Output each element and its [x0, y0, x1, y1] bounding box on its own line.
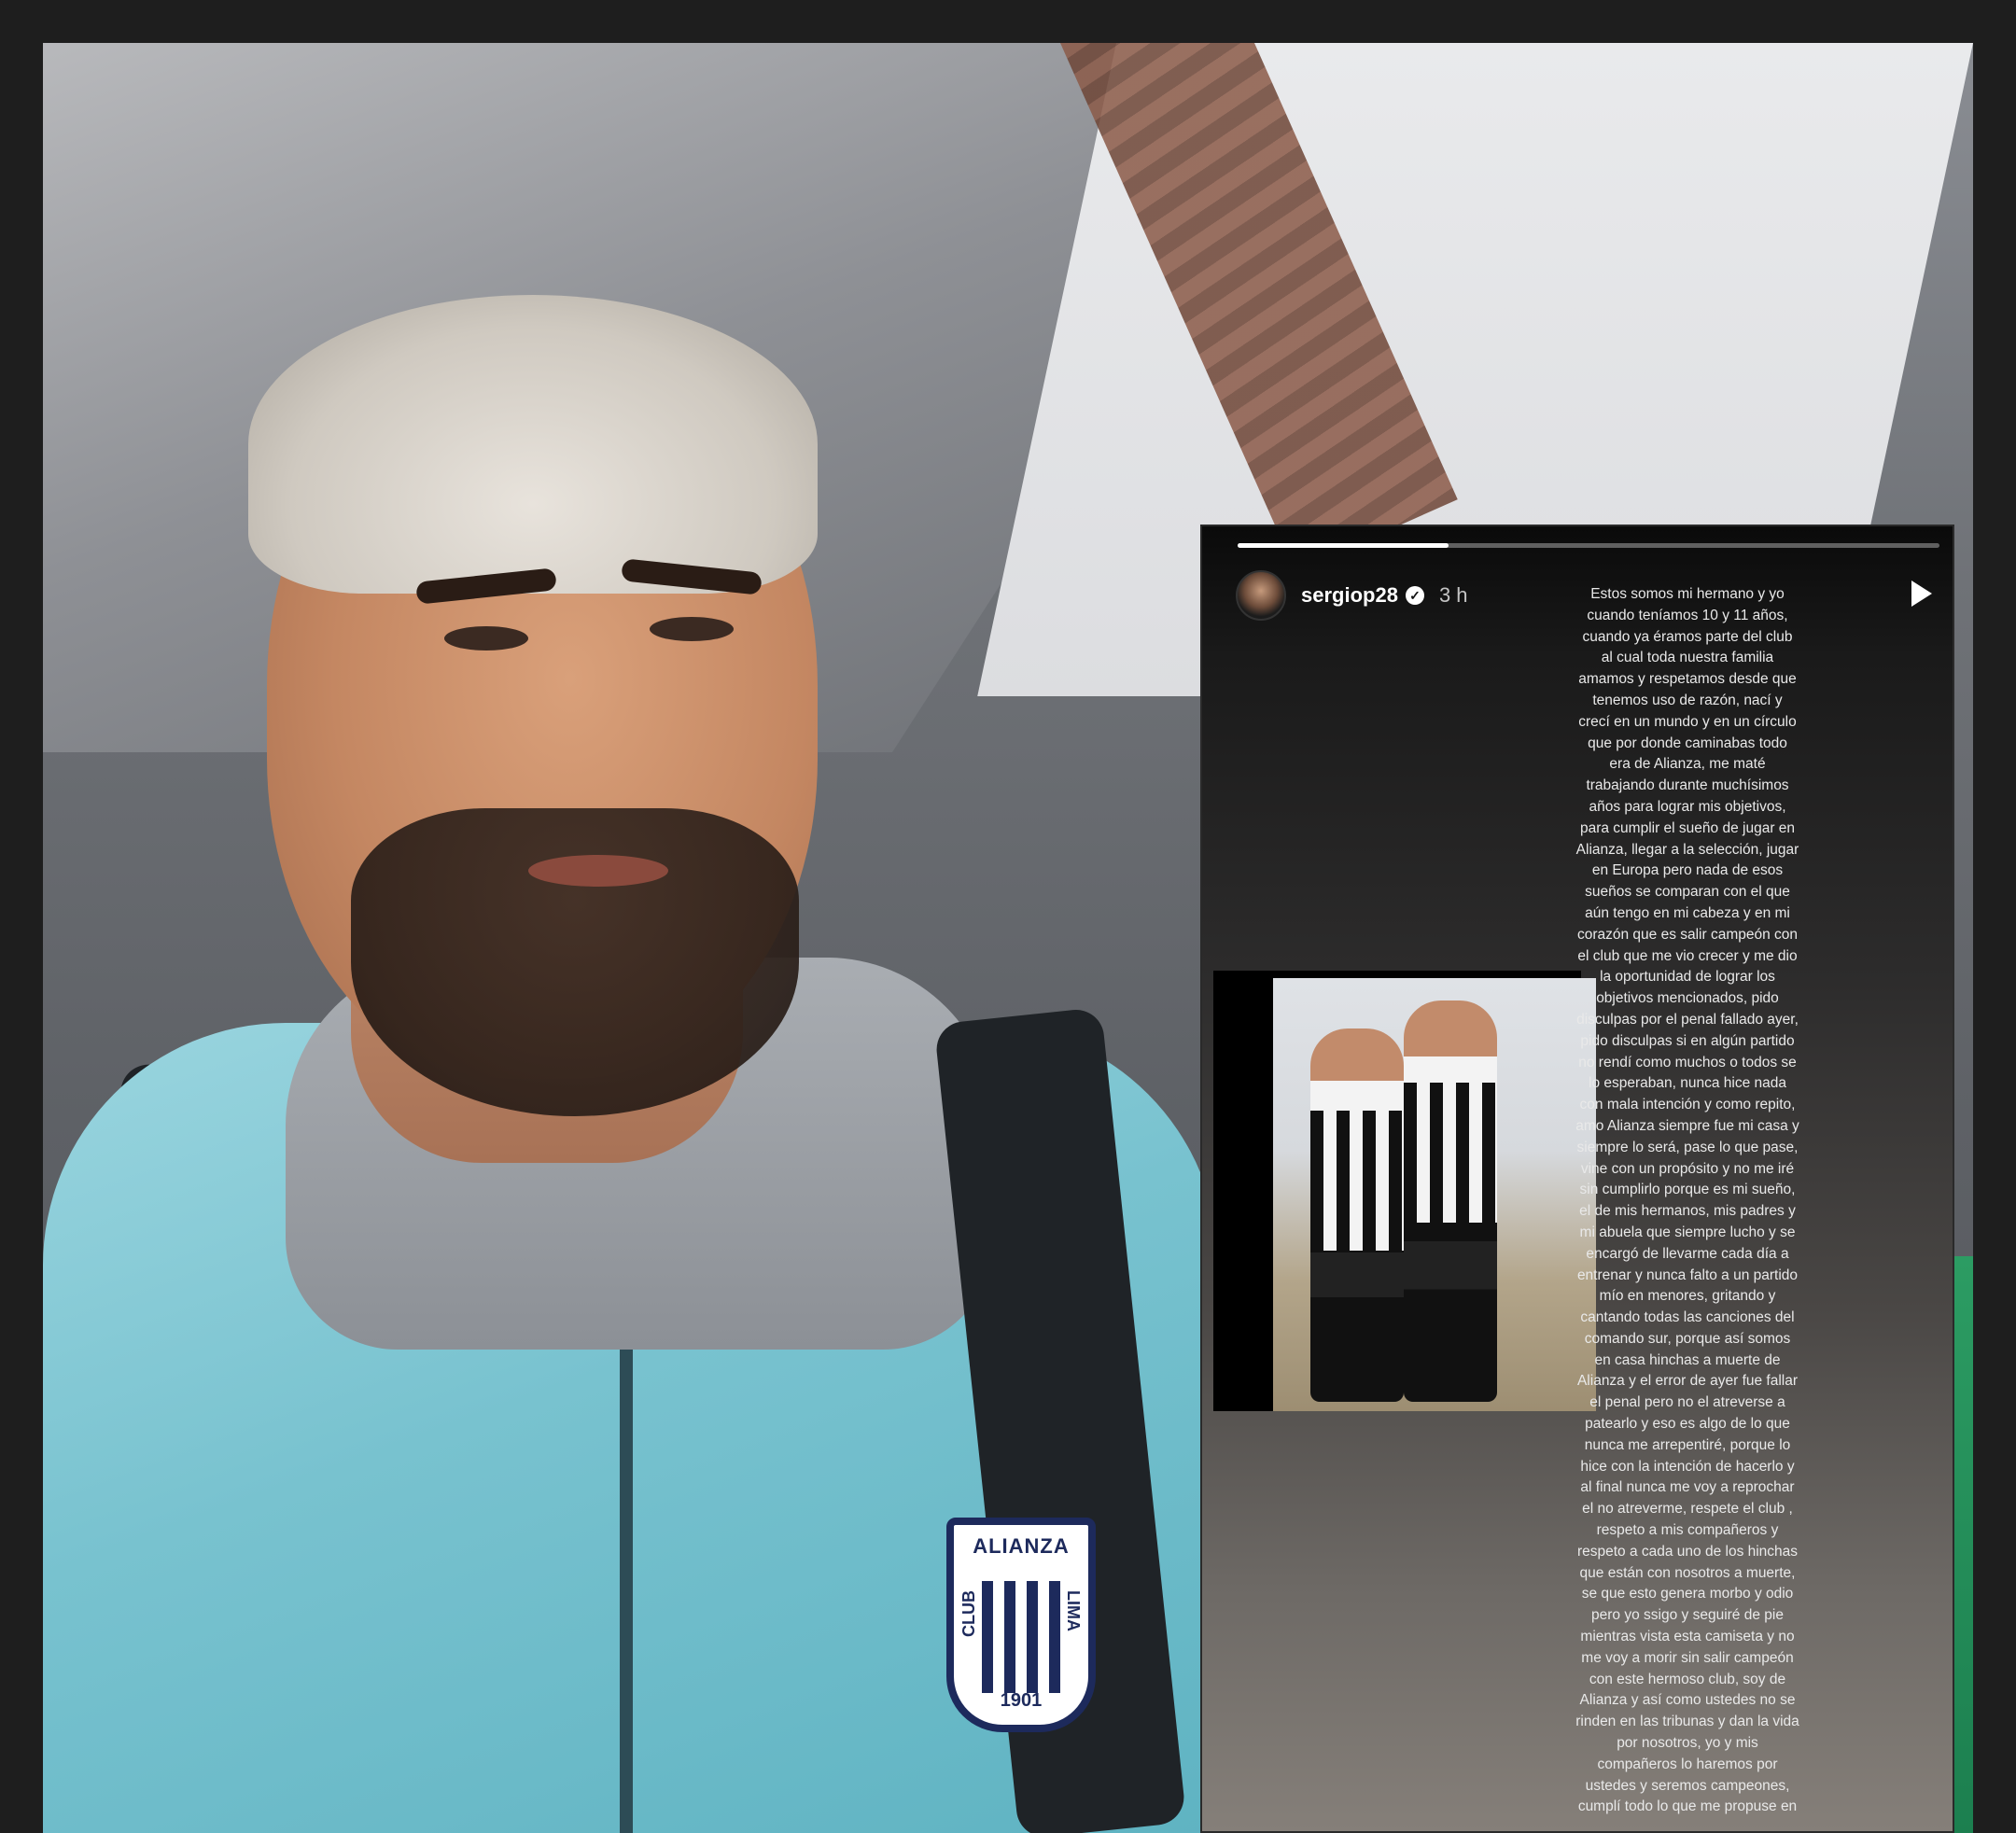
instagram-story[interactable]: sergiop28 ✓ 3 h Estos somos mi hermano y…: [1200, 525, 1954, 1833]
avatar[interactable]: [1236, 570, 1286, 621]
right-eye: [650, 617, 734, 641]
story-progress-fill: [1238, 543, 1449, 548]
badge-left-text: CLUB: [959, 1590, 978, 1637]
badge-top-text: ALIANZA: [973, 1534, 1070, 1558]
childhood-photo: [1213, 971, 1596, 1411]
verified-icon: ✓: [1405, 586, 1424, 605]
story-time: 3 h: [1438, 583, 1468, 607]
screenshot-frame: ALIANZA CLUB LIMA 1901 sergiop28 ✓ 3 h E…: [0, 0, 2016, 1833]
hair: [248, 295, 818, 594]
play-icon[interactable]: [1911, 581, 1932, 607]
beard: [351, 808, 799, 1116]
story-progress-track: [1238, 543, 1939, 548]
jacket-zipper: [620, 1350, 633, 1833]
story-username[interactable]: sergiop28: [1301, 583, 1398, 608]
mouth: [528, 855, 668, 887]
kid-right: [1404, 1000, 1497, 1402]
kid-left: [1310, 1028, 1404, 1402]
club-badge: ALIANZA CLUB LIMA 1901: [946, 1518, 1096, 1732]
badge-year: 1901: [1000, 1690, 1043, 1711]
left-eye: [444, 626, 528, 651]
childhood-photo-image: [1273, 978, 1596, 1411]
badge-stripes: [982, 1581, 1060, 1693]
story-caption: Estos somos mi hermano y yo cuando tenía…: [1575, 586, 1799, 1815]
badge-right-text: LIMA: [1064, 1590, 1083, 1631]
